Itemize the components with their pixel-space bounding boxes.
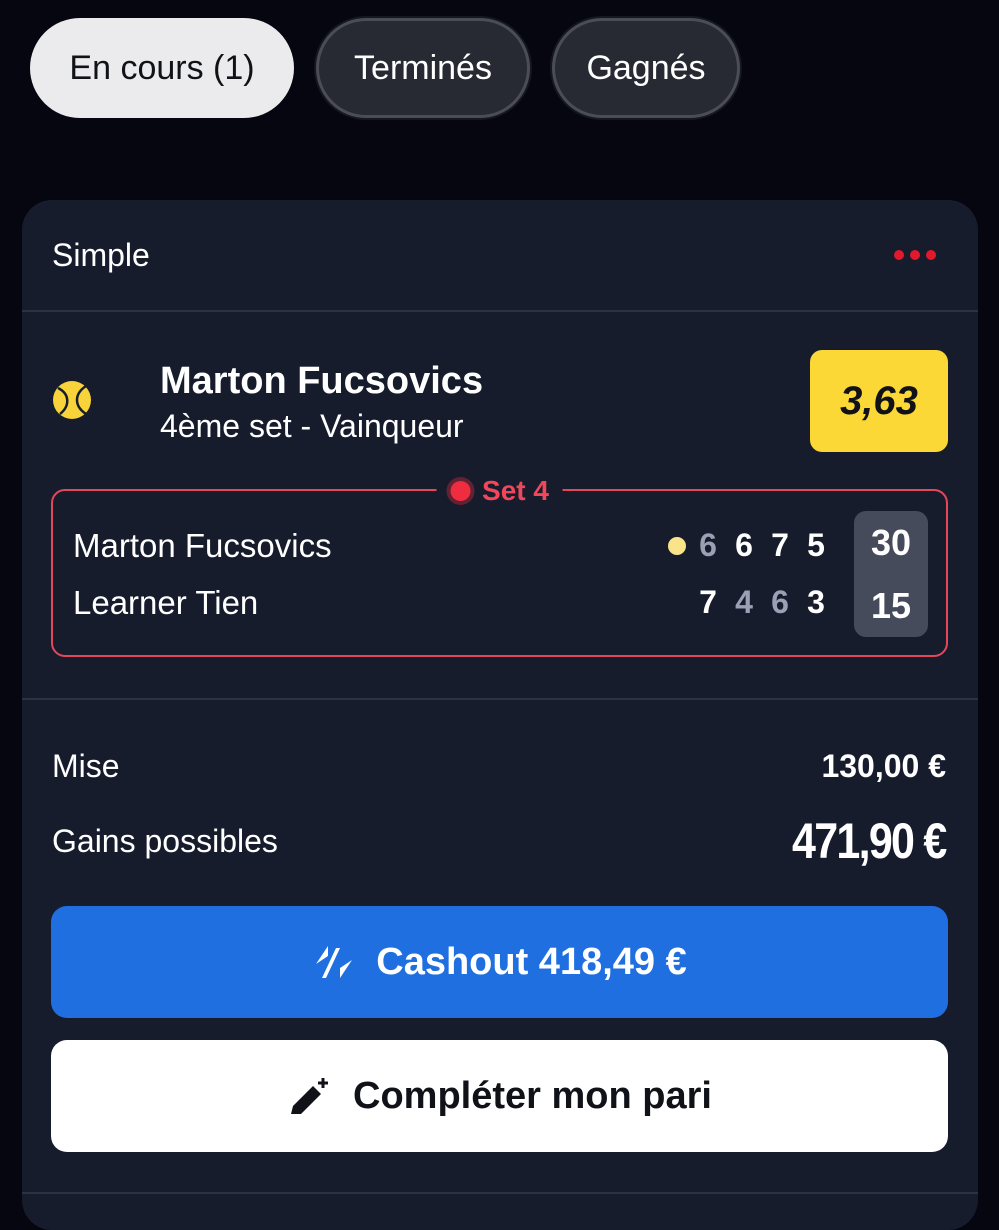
- more-dots-icon[interactable]: [894, 250, 936, 260]
- tab-en-cours[interactable]: En cours (1): [30, 18, 294, 118]
- edit-plus-icon: [291, 1078, 329, 1114]
- bet-status-tabs: En cours (1) Terminés Gagnés: [30, 18, 740, 118]
- selection-market: 4ème set - Vainqueur: [160, 408, 464, 444]
- set-label-text: Set 4: [482, 475, 549, 506]
- divider: [22, 1192, 978, 1194]
- potential-gains-row: Gains possibles 471,90 €: [52, 812, 948, 870]
- divider: [22, 698, 978, 700]
- set-score: 6: [771, 584, 789, 620]
- odds-badge: 3,63: [810, 350, 948, 452]
- bet-type-label: Simple: [52, 236, 150, 273]
- stake-row: Mise 130,00 €: [52, 748, 946, 785]
- player-2-points: 15: [870, 584, 912, 626]
- serving-indicator-icon: [668, 536, 686, 555]
- complete-bet-label: Compléter mon pari: [353, 1074, 712, 1117]
- complete-bet-button[interactable]: Compléter mon pari: [51, 1040, 948, 1152]
- set-score: 6: [699, 527, 717, 563]
- player-1-set-scores: 6 6 7 5: [668, 527, 834, 564]
- player-name-2: Learner Tien: [73, 584, 259, 621]
- set-score: 3: [807, 584, 825, 620]
- set-score: 7: [699, 584, 717, 620]
- player-2-set-scores: 7 4 6 3: [690, 584, 834, 621]
- set-score: 4: [735, 584, 753, 620]
- set-score: 6: [735, 527, 753, 563]
- selection-name: Marton Fucsovics: [160, 360, 484, 402]
- tab-termines[interactable]: Terminés: [316, 18, 530, 118]
- stake-value: 130,00 €: [821, 748, 946, 784]
- stake-label: Mise: [52, 748, 120, 784]
- tab-gagnes[interactable]: Gagnés: [552, 18, 740, 118]
- bet-selection: Marton Fucsovics 4ème set - Vainqueur 3,…: [22, 350, 978, 460]
- tennis-ball-icon: [53, 381, 91, 419]
- gains-value: 471,90 €: [792, 813, 947, 869]
- cashout-icon: [316, 946, 353, 978]
- set-score: 5: [807, 527, 825, 563]
- cashout-button[interactable]: Cashout 418,49 €: [51, 906, 948, 1018]
- gains-label: Gains possibles: [52, 822, 278, 859]
- current-set-label: Set 4: [436, 469, 563, 513]
- player-name-1: Marton Fucsovics: [73, 527, 332, 564]
- player-1-points: 30: [870, 521, 912, 563]
- set-score: 7: [771, 527, 789, 563]
- current-game-points: 30 15: [854, 511, 928, 637]
- live-scoreboard: Set 4 Marton Fucsovics 6 6 7 5 Learner T…: [51, 469, 948, 657]
- bet-card: Simple Marton Fucsovics 4ème set - Vainq…: [22, 200, 978, 1230]
- cashout-label: Cashout 418,49 €: [376, 940, 687, 983]
- live-indicator-icon: [450, 481, 471, 501]
- bet-card-header: Simple: [22, 200, 978, 312]
